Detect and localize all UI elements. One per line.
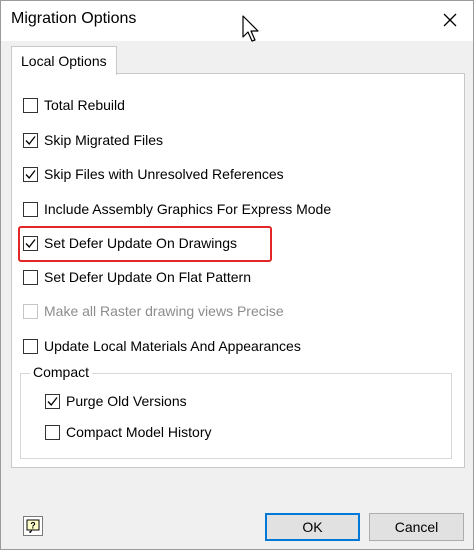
mouse-cursor-icon: [242, 15, 259, 42]
option-label: Total Rebuild: [44, 97, 125, 113]
svg-text:?: ?: [30, 521, 36, 531]
checkbox-unchecked[interactable]: [45, 424, 60, 440]
checkbox-checked[interactable]: [23, 166, 38, 182]
option-label: Skip Migrated Files: [44, 132, 164, 148]
compact-groupbox: [20, 373, 452, 459]
checkmark-icon: [25, 169, 36, 179]
checkmark-icon: [25, 238, 36, 248]
option-label: Include Assembly Graphics For Express Mo…: [44, 201, 332, 217]
checkbox-checked[interactable]: [23, 132, 38, 148]
compact-group-title: Compact: [30, 364, 93, 380]
close-icon[interactable]: [437, 7, 463, 33]
option-label: Purge Old Versions: [66, 393, 187, 409]
window-title: Migration Options: [11, 10, 137, 27]
option-label: Compact Model History: [66, 424, 212, 440]
option-update-local-materials[interactable]: Update Local Materials And Appearances: [23, 335, 301, 357]
option-defer-update-flat-pattern[interactable]: Set Defer Update On Flat Pattern: [23, 266, 251, 288]
option-skip-unresolved-references[interactable]: Skip Files with Unresolved References: [23, 163, 284, 185]
checkbox-unchecked[interactable]: [23, 269, 38, 285]
option-include-assembly-graphics[interactable]: Include Assembly Graphics For Express Mo…: [23, 198, 331, 220]
option-total-rebuild[interactable]: Total Rebuild: [23, 94, 125, 116]
option-purge-old-versions[interactable]: Purge Old Versions: [45, 390, 187, 412]
cancel-button[interactable]: Cancel: [369, 513, 464, 541]
title-bar[interactable]: Migration Options: [1, 1, 473, 41]
option-label: Skip Files with Unresolved References: [44, 166, 284, 182]
option-defer-update-drawings[interactable]: Set Defer Update On Drawings: [23, 232, 237, 254]
option-label: Update Local Materials And Appearances: [44, 338, 301, 354]
ok-button[interactable]: OK: [265, 513, 360, 541]
checkmark-icon: [25, 135, 36, 145]
option-label: Make all Raster drawing views Precise: [44, 303, 284, 319]
checkbox-checked[interactable]: [23, 235, 38, 251]
checkbox-unchecked[interactable]: [23, 97, 38, 113]
help-icon[interactable]: ?: [23, 516, 43, 536]
migration-options-dialog: Migration Options Local Options Total Re…: [0, 0, 474, 550]
option-raster-views-precise: Make all Raster drawing views Precise: [23, 300, 284, 322]
checkbox-unchecked[interactable]: [23, 338, 38, 354]
option-label: Set Defer Update On Flat Pattern: [44, 269, 251, 285]
tab-label: Local Options: [21, 53, 107, 69]
option-skip-migrated-files[interactable]: Skip Migrated Files: [23, 129, 163, 151]
checkbox-unchecked[interactable]: [23, 201, 38, 217]
tab-local-options[interactable]: Local Options: [11, 46, 117, 75]
checkbox-disabled: [23, 303, 38, 319]
checkbox-checked[interactable]: [45, 393, 60, 409]
option-compact-model-history[interactable]: Compact Model History: [45, 421, 212, 443]
option-label: Set Defer Update On Drawings: [44, 235, 237, 251]
checkmark-icon: [47, 396, 58, 406]
